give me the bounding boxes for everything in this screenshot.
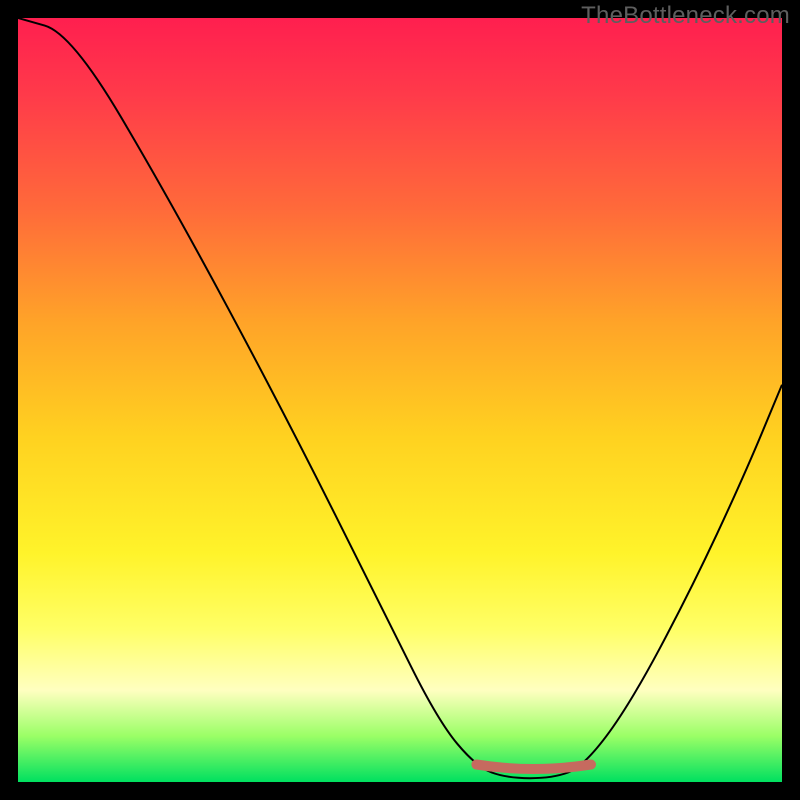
plot-area bbox=[18, 18, 782, 782]
bottleneck-curve bbox=[18, 18, 782, 778]
chart-stage: TheBottleneck.com bbox=[0, 0, 800, 800]
curve-layer bbox=[18, 18, 782, 782]
optimal-range-marker bbox=[476, 765, 591, 770]
watermark-text: TheBottleneck.com bbox=[581, 2, 790, 30]
